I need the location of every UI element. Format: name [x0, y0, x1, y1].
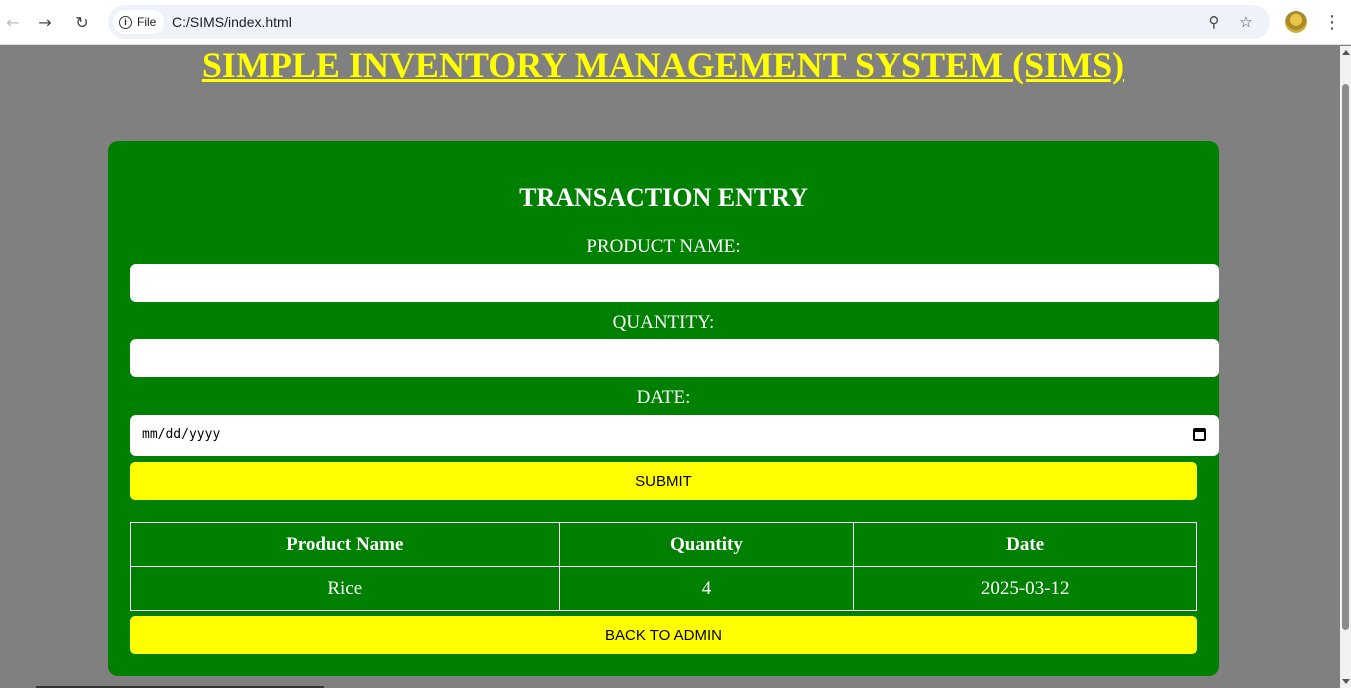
address-bar[interactable]: i File C:/SIMS/index.html ⚲ ☆ [108, 5, 1270, 39]
zoom-icon[interactable]: ⚲ [1204, 12, 1224, 32]
scrollbar-thumb[interactable] [1342, 84, 1349, 630]
form-title: TRANSACTION ENTRY [519, 183, 808, 212]
scroll-down-arrow-icon[interactable] [1342, 679, 1350, 684]
quantity-label: QUANTITY: [612, 312, 715, 333]
profile-avatar[interactable] [1285, 11, 1307, 33]
cell-date: 2025-03-12 [853, 566, 1197, 611]
reload-icon[interactable]: ↻ [69, 9, 95, 35]
info-icon: i [119, 15, 132, 29]
table-header-row: Product Name Quantity Date [130, 522, 1197, 567]
url-text[interactable]: C:/SIMS/index.html [172, 5, 292, 39]
forward-arrow-icon[interactable]: → [32, 9, 58, 35]
date-input[interactable]: mm/dd/yyyy [130, 415, 1219, 456]
bookmark-star-icon[interactable]: ☆ [1236, 12, 1256, 32]
vertical-scrollbar[interactable] [1340, 46, 1351, 688]
column-header-product: Product Name [130, 522, 560, 567]
quantity-input[interactable] [130, 339, 1219, 377]
date-placeholder: mm/dd/yyyy [142, 427, 221, 442]
page-content: SIMPLE INVENTORY MANAGEMENT SYSTEM (SIMS… [0, 46, 1340, 688]
calendar-icon[interactable] [1193, 428, 1206, 441]
submit-button[interactable]: SUBMIT [130, 462, 1197, 500]
back-arrow-icon[interactable]: ← [0, 9, 26, 35]
product-name-label: PRODUCT NAME: [586, 236, 741, 257]
column-header-quantity: Quantity [558, 522, 855, 567]
product-name-input[interactable] [130, 264, 1219, 302]
more-menu-icon[interactable]: ⋮ [1322, 9, 1342, 35]
transactions-table: Product Name Quantity Date Rice 4 2025-0… [130, 522, 1197, 611]
cell-quantity: 4 [558, 566, 855, 611]
transaction-card: TRANSACTION ENTRY PRODUCT NAME: QUANTITY… [108, 141, 1219, 676]
back-to-admin-button[interactable]: BACK TO ADMIN [130, 616, 1197, 654]
scroll-up-arrow-icon[interactable] [1342, 50, 1350, 55]
column-header-date: Date [853, 522, 1197, 567]
cell-product: Rice [130, 566, 560, 611]
date-label: DATE: [636, 387, 691, 408]
table-row: Rice 4 2025-03-12 [130, 566, 1197, 611]
page-title: SIMPLE INVENTORY MANAGEMENT SYSTEM (SIMS… [201, 45, 1125, 85]
browser-toolbar: ← → ↻ i File C:/SIMS/index.html ⚲ ☆ ⋮ [0, 0, 1351, 45]
site-info-chip[interactable]: i File [113, 10, 165, 34]
site-info-label: File [137, 15, 157, 29]
